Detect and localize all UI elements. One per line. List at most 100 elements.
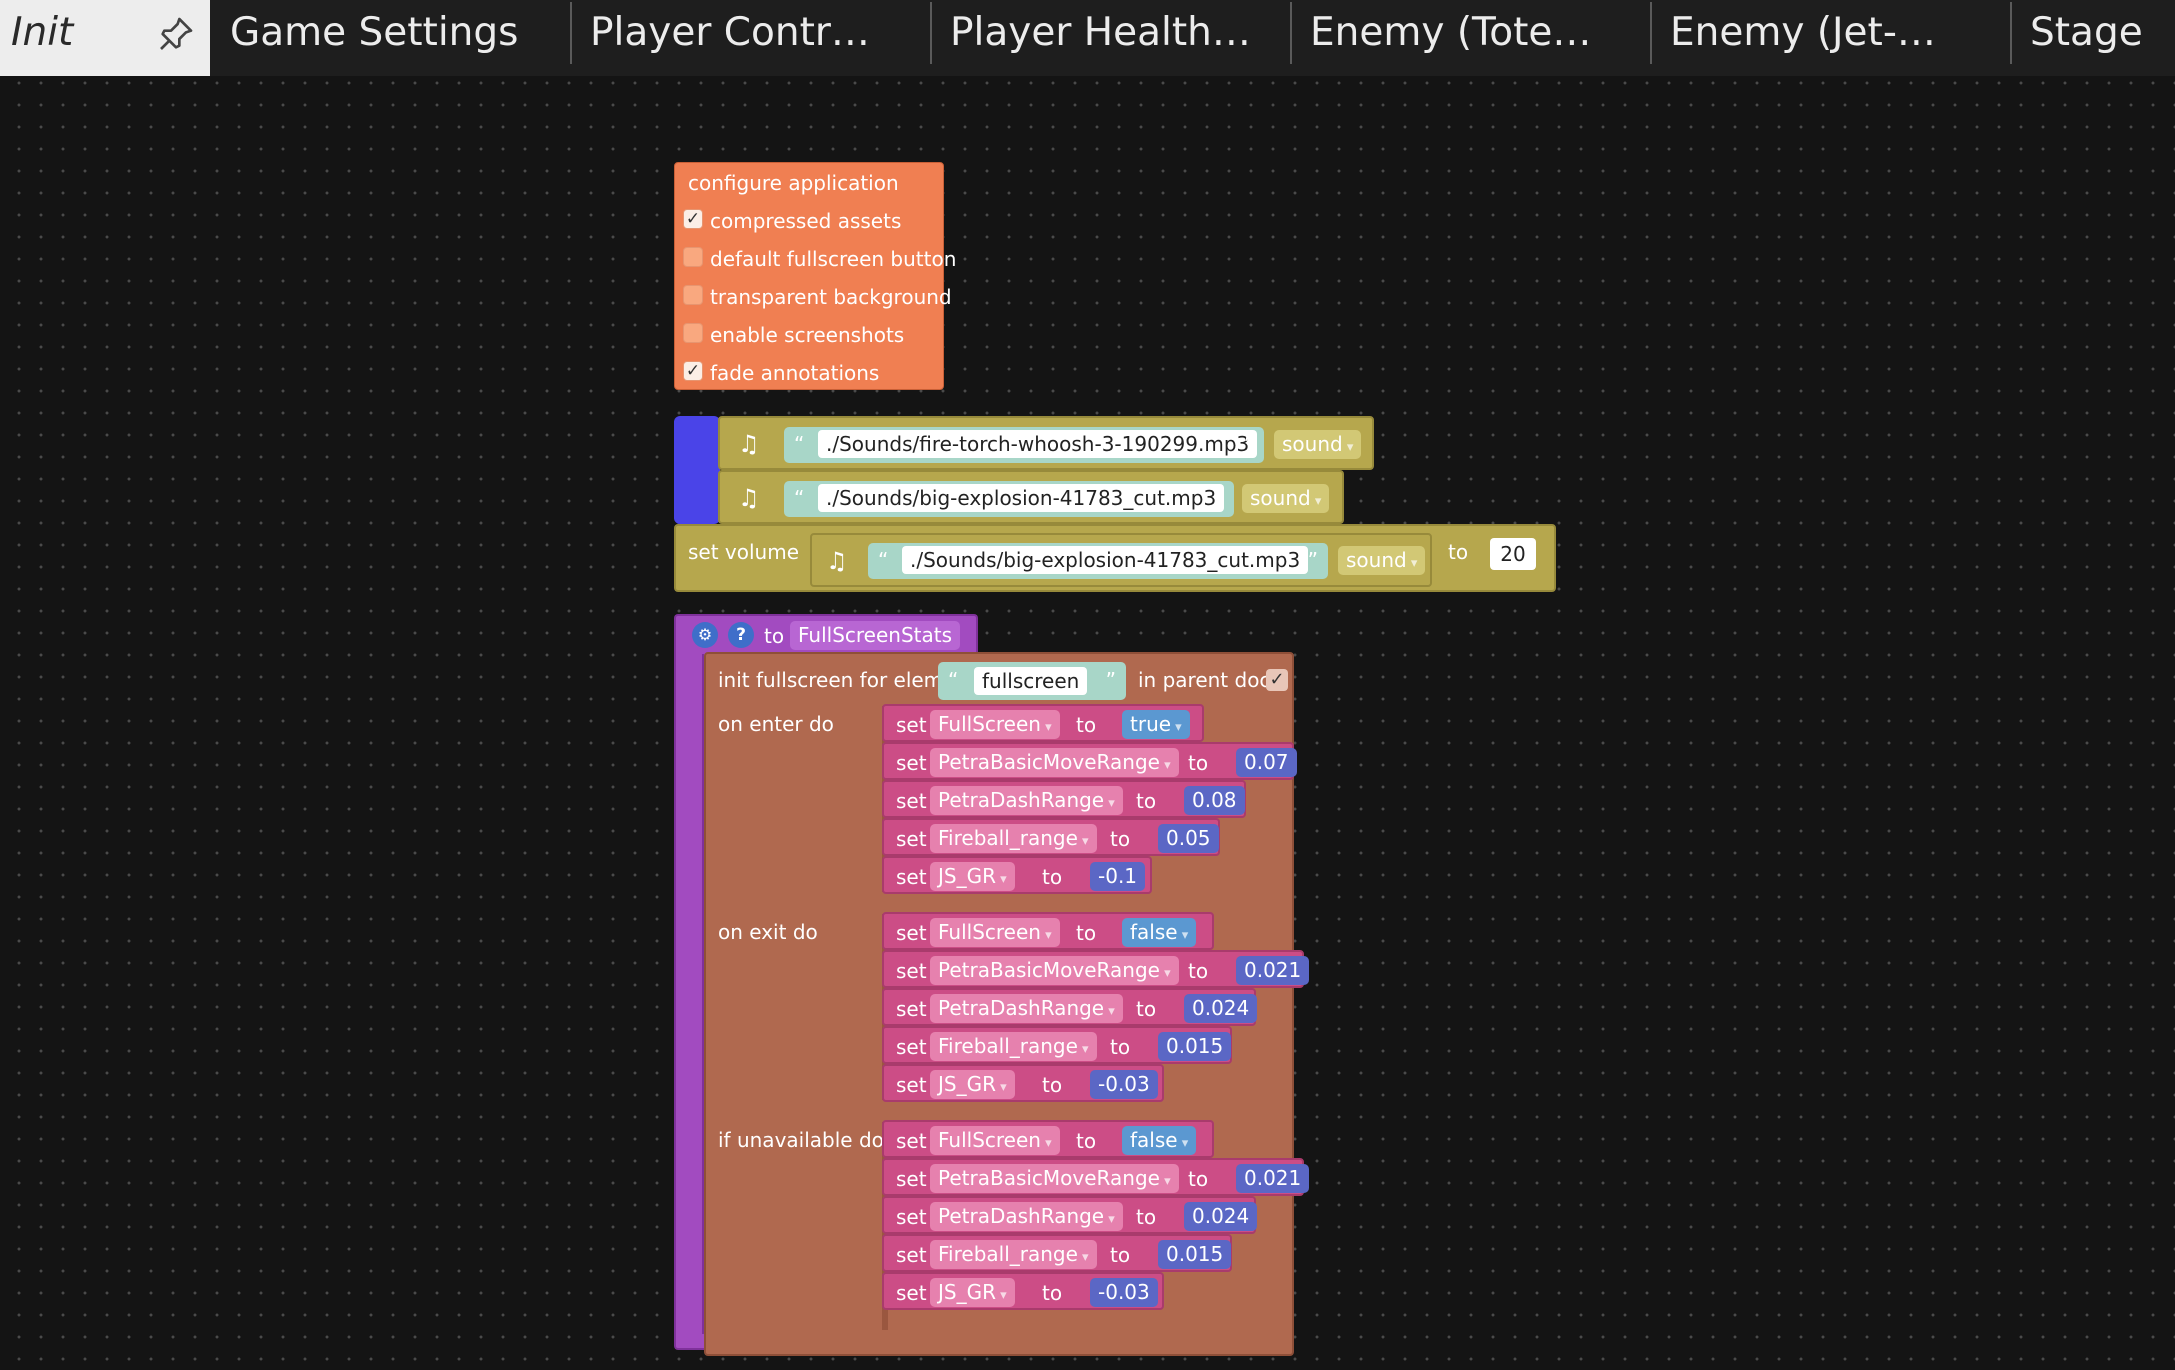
number-field[interactable]: 0.021 [1236, 956, 1310, 985]
set-label: set [896, 1167, 927, 1191]
variable-dropdown[interactable]: JS_GR [930, 1278, 1015, 1307]
variable-dropdown[interactable]: FullScreen [930, 1126, 1060, 1155]
number-field[interactable]: 0.015 [1158, 1240, 1232, 1269]
to-label: to [1136, 997, 1157, 1021]
set-jsgr-block[interactable]: set JS_GR to -0.03 [882, 1064, 1164, 1102]
sound-block-2[interactable]: ♫ “ ./Sounds/big-explosion-41783_cut.mp3… [718, 470, 1344, 524]
compressed-assets-checkbox[interactable]: ✓ [683, 209, 703, 229]
enable-screenshots-checkbox[interactable] [683, 323, 703, 343]
sound-path-string[interactable]: “ ./Sounds/big-explosion-41783_cut.mp3 ” [784, 481, 1234, 517]
sound-path-string[interactable]: “ ./Sounds/big-explosion-41783_cut.mp3 ” [868, 543, 1328, 579]
number-field[interactable]: -0.03 [1090, 1278, 1158, 1307]
set-petra-dash-block[interactable]: set PetraDashRange to 0.024 [882, 1196, 1258, 1234]
fade-annotations-checkbox[interactable]: ✓ [683, 361, 703, 381]
variable-dropdown[interactable]: Fireball_range [930, 1032, 1097, 1061]
elem-string[interactable]: “ fullscreen ” [938, 662, 1126, 700]
sound-type-dropdown[interactable]: sound [1274, 430, 1362, 459]
set-fireball-block[interactable]: set Fireball_range to 0.015 [882, 1026, 1232, 1064]
set-fullscreen-block[interactable]: set FullScreen to false [882, 912, 1214, 950]
number-field[interactable]: 0.05 [1158, 824, 1219, 853]
elem-text[interactable]: fullscreen [974, 667, 1088, 695]
tab-enemy-jet[interactable]: Enemy (Jet-… [1650, 0, 2010, 76]
sound-path-text[interactable]: ./Sounds/big-explosion-41783_cut.mp3 [818, 484, 1225, 512]
set-petra-dash-block[interactable]: set PetraDashRange to 0.08 [882, 780, 1246, 818]
number-field[interactable]: 0.021 [1236, 1164, 1310, 1193]
help-icon[interactable]: ? [728, 622, 754, 648]
set-label: set [896, 997, 927, 1021]
variable-dropdown[interactable]: FullScreen [930, 710, 1060, 739]
volume-value-input[interactable]: 20 [1490, 538, 1536, 570]
tab-player-controls[interactable]: Player Contr… [570, 0, 930, 76]
sound-type-dropdown[interactable]: sound [1338, 546, 1426, 575]
number-field[interactable]: -0.1 [1090, 862, 1146, 891]
to-label: to [1188, 1167, 1209, 1191]
set-label: set [896, 789, 927, 813]
set-petra-move-block[interactable]: set PetraBasicMoveRange to 0.021 [882, 950, 1310, 988]
transparent-background-checkbox[interactable] [683, 285, 703, 305]
set-fullscreen-block[interactable]: set FullScreen to true [882, 704, 1204, 742]
sound-type-dropdown[interactable]: sound [1242, 484, 1330, 513]
variable-dropdown[interactable]: PetraBasicMoveRange [930, 748, 1179, 777]
music-note-icon: ♫ [738, 430, 760, 458]
function-name-field[interactable]: FullScreenStats [790, 621, 961, 650]
variable-dropdown[interactable]: JS_GR [930, 1070, 1015, 1099]
variable-dropdown[interactable]: PetraBasicMoveRange [930, 956, 1179, 985]
configure-application-block[interactable]: configure application ✓ compressed asset… [674, 162, 956, 390]
parent-doc-checkbox[interactable]: ✓ [1266, 669, 1288, 691]
music-note-icon: ♫ [738, 484, 760, 512]
tab-label: Enemy (Tote… [1310, 10, 1592, 55]
set-fireball-block[interactable]: set Fireball_range to 0.015 [882, 1234, 1232, 1272]
set-petra-move-block[interactable]: set PetraBasicMoveRange to 0.021 [882, 1158, 1310, 1196]
number-field[interactable]: 0.08 [1184, 786, 1245, 815]
number-field[interactable]: 0.024 [1184, 1202, 1258, 1231]
boolean-dropdown[interactable]: true [1122, 710, 1190, 739]
variable-dropdown[interactable]: JS_GR [930, 862, 1015, 891]
boolean-dropdown[interactable]: false [1122, 918, 1197, 947]
set-fullscreen-block[interactable]: set FullScreen to false [882, 1120, 1214, 1158]
to-label: to [1136, 1205, 1157, 1229]
sound-path-text[interactable]: ./Sounds/big-explosion-41783_cut.mp3 [902, 546, 1309, 574]
tab-player-health[interactable]: Player Health… [930, 0, 1290, 76]
tab-stage[interactable]: Stage [2010, 0, 2175, 76]
variable-dropdown[interactable]: Fireball_range [930, 1240, 1097, 1269]
number-field[interactable]: -0.03 [1090, 1070, 1158, 1099]
set-jsgr-block[interactable]: set JS_GR to -0.03 [882, 1272, 1164, 1310]
number-field[interactable]: 0.015 [1158, 1032, 1232, 1061]
variable-name: Fireball_range [938, 826, 1078, 850]
number-field[interactable]: 0.024 [1184, 994, 1258, 1023]
set-petra-dash-block[interactable]: set PetraDashRange to 0.024 [882, 988, 1258, 1026]
number-field[interactable]: 0.07 [1236, 748, 1297, 777]
set-fireball-block[interactable]: set Fireball_range to 0.05 [882, 818, 1220, 856]
volume-sound-block[interactable]: ♫ “ ./Sounds/big-explosion-41783_cut.mp3… [810, 533, 1432, 587]
set-label: set [896, 713, 927, 737]
sound-block-1[interactable]: ♫ “ ./Sounds/fire-torch-whoosh-3-190299.… [718, 416, 1374, 470]
set-label: set [896, 751, 927, 775]
set-label: set [896, 1243, 927, 1267]
set-label: set [896, 1073, 927, 1097]
tab-label: Enemy (Jet-… [1670, 10, 1936, 55]
variable-dropdown[interactable]: FullScreen [930, 918, 1060, 947]
default-fullscreen-checkbox[interactable] [683, 247, 703, 267]
tab-init[interactable]: Init [0, 0, 210, 76]
to-label: to [1136, 789, 1157, 813]
gear-icon[interactable]: ⚙ [692, 622, 718, 648]
set-petra-move-block[interactable]: set PetraBasicMoveRange to 0.07 [882, 742, 1297, 780]
variable-dropdown[interactable]: PetraBasicMoveRange [930, 1164, 1179, 1193]
tab-label: Game Settings [230, 10, 519, 55]
sound-path-string[interactable]: “ ./Sounds/fire-torch-whoosh-3-190299.mp… [784, 427, 1264, 463]
variable-dropdown[interactable]: PetraDashRange [930, 1202, 1123, 1231]
set-jsgr-block[interactable]: set JS_GR to -0.1 [882, 856, 1152, 894]
set-label: set [896, 1129, 927, 1153]
set-volume-block[interactable]: set volume ♫ “ ./Sounds/big-explosion-41… [674, 524, 1556, 592]
set-label: set [896, 1035, 927, 1059]
variable-dropdown[interactable]: PetraDashRange [930, 994, 1123, 1023]
variable-dropdown[interactable]: Fireball_range [930, 824, 1097, 853]
tab-enemy-totem[interactable]: Enemy (Tote… [1290, 0, 1650, 76]
sound-path-text[interactable]: ./Sounds/fire-torch-whoosh-3-190299.mp3 [818, 430, 1258, 458]
boolean-dropdown[interactable]: false [1122, 1126, 1197, 1155]
tab-game-settings[interactable]: Game Settings [210, 0, 570, 76]
variable-name: FullScreen [938, 920, 1041, 944]
sound-load-block[interactable] [674, 416, 720, 524]
pin-icon[interactable] [156, 14, 196, 54]
variable-dropdown[interactable]: PetraDashRange [930, 786, 1123, 815]
